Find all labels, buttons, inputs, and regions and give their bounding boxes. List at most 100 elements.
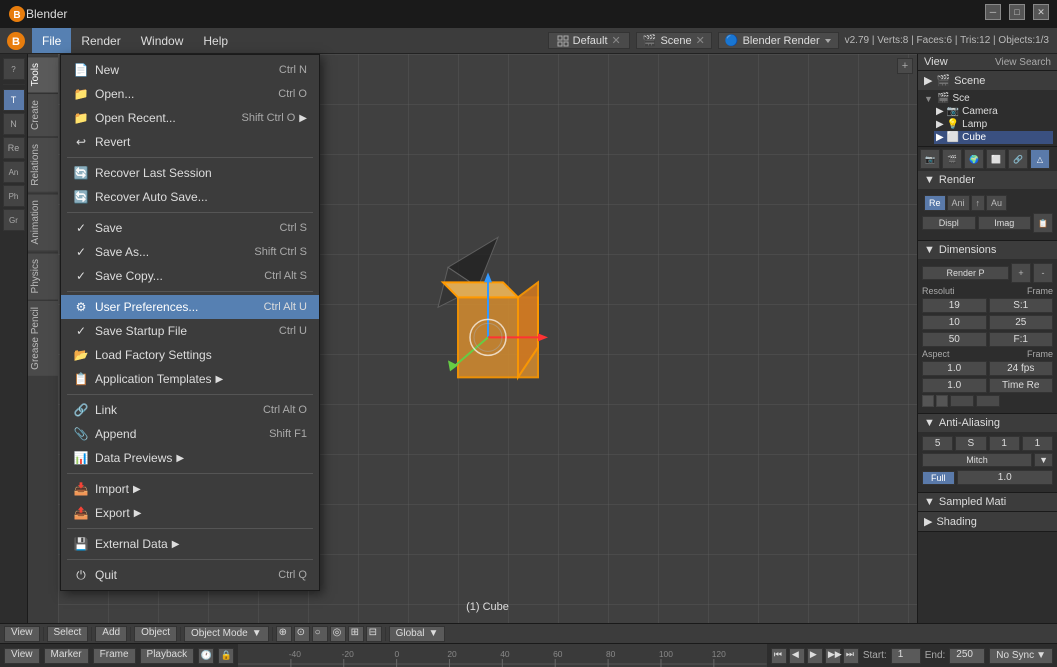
displ-val[interactable]: Displ xyxy=(922,216,976,230)
dd-item-new[interactable]: 📄NewCtrl N xyxy=(61,58,319,82)
shading-header[interactable]: ▶ Shading xyxy=(918,512,1057,531)
viewport-icon-5[interactable]: ⊞ xyxy=(348,626,364,642)
checkbox-2[interactable] xyxy=(936,395,948,407)
dd-item-save-copy[interactable]: ✓Save Copy...Ctrl Alt S xyxy=(61,264,319,288)
render-menu-item[interactable]: Render xyxy=(71,28,130,53)
timeline-view-btn[interactable]: View xyxy=(4,648,40,664)
imag-val[interactable]: Imag xyxy=(978,216,1032,230)
tab-relations[interactable]: Relations xyxy=(28,137,58,192)
global-selector[interactable]: Global ▼ xyxy=(389,626,446,642)
file-menu-item[interactable]: File xyxy=(32,28,71,53)
dd-item-open-recent[interactable]: 📁Open Recent...Shift Ctrl O▶ xyxy=(61,106,319,130)
tool-icon-n[interactable]: N xyxy=(3,113,25,135)
render-tab-au[interactable]: Au xyxy=(986,195,1007,211)
dd-item-recover-auto-save[interactable]: 🔄Recover Auto Save... xyxy=(61,185,319,209)
prop-obj-icon[interactable]: ⬜ xyxy=(986,149,1006,169)
mode-selector[interactable]: Object Mode ▼ xyxy=(184,626,269,642)
prop-data-icon[interactable]: △ xyxy=(1030,149,1050,169)
tool-icon-r[interactable]: Re xyxy=(3,137,25,159)
tab-animation[interactable]: Animation xyxy=(28,193,58,250)
dd-item-export[interactable]: 📤Export▶ xyxy=(61,501,319,525)
play-btn[interactable]: ▶ xyxy=(807,648,823,664)
aa-val-1a[interactable]: 1 xyxy=(989,436,1020,451)
tool-icon-gp[interactable]: Gr xyxy=(3,209,25,231)
tab-physics[interactable]: Physics xyxy=(28,252,58,299)
scene-selector[interactable]: 🎬 Scene ✕ xyxy=(636,32,712,49)
tab-tools[interactable]: Tools xyxy=(28,56,58,92)
timere-extra[interactable] xyxy=(950,395,974,407)
checkbox-1[interactable] xyxy=(922,395,934,407)
frame-cur-val[interactable]: F:1 xyxy=(989,332,1054,347)
right-search-label[interactable]: View Search xyxy=(995,57,1051,68)
dd-item-import[interactable]: 📥Import▶ xyxy=(61,477,319,501)
full-btn[interactable]: Full xyxy=(922,471,955,485)
viewport-icon-6[interactable]: ⊟ xyxy=(366,626,382,642)
timere-extra2[interactable] xyxy=(976,395,1000,407)
aspect-y-val[interactable]: 1.0 xyxy=(922,378,987,393)
timeline-playback-btn[interactable]: Playback xyxy=(140,648,195,664)
dd-item-link[interactable]: 🔗LinkCtrl Alt O xyxy=(61,398,319,422)
viewport-icon-4[interactable]: ◎ xyxy=(330,626,346,642)
window-menu-item[interactable]: Window xyxy=(131,28,194,53)
next-frame-btn[interactable]: ▶▶ xyxy=(825,648,841,664)
full-val[interactable]: 1.0 xyxy=(957,470,1053,485)
timeline-frame-btn[interactable]: Frame xyxy=(93,648,136,664)
dd-item-user-preferences[interactable]: ⚙User Preferences...Ctrl Alt U xyxy=(61,295,319,319)
fps-val[interactable]: 24 fps xyxy=(989,361,1054,376)
tool-icon-t[interactable]: T xyxy=(3,89,25,111)
prop-render-icon[interactable]: 📷 xyxy=(920,149,940,169)
resol-pct-val[interactable]: 50 xyxy=(922,332,987,347)
layout-selector[interactable]: Default ✕ xyxy=(548,32,630,49)
dd-item-quit[interactable]: ⏻QuitCtrl Q xyxy=(61,563,319,587)
layout-close-icon[interactable]: ✕ xyxy=(612,34,621,47)
aa-val-1b[interactable]: 1 xyxy=(1022,436,1053,451)
render-tab-up[interactable]: ↑ xyxy=(971,195,986,211)
prop-constraint-icon[interactable]: 🔗 xyxy=(1008,149,1028,169)
frame-e-val[interactable]: 25 xyxy=(989,315,1054,330)
aa-name-val[interactable]: Mitch xyxy=(922,453,1032,467)
viewport-expand-button[interactable]: + xyxy=(897,58,913,74)
tool-icon-an[interactable]: An xyxy=(3,161,25,183)
remove-preset-icon[interactable]: - xyxy=(1033,263,1053,283)
aa-val-5[interactable]: 5 xyxy=(922,436,953,451)
render-preset-val[interactable]: Render P xyxy=(922,266,1009,280)
viewport-icon-3[interactable]: ○ xyxy=(312,626,328,642)
clock-icon[interactable]: 🕐 xyxy=(198,648,214,664)
nosync-selector[interactable]: No Sync ▼ xyxy=(989,648,1053,664)
aa-dropdown[interactable]: ▼ xyxy=(1034,453,1053,467)
renderer-selector[interactable]: 🔵 Blender Render xyxy=(718,32,839,49)
start-val[interactable]: 1 xyxy=(891,648,921,664)
render-header[interactable]: ▼ Render xyxy=(918,171,1057,189)
cube-object[interactable] xyxy=(388,227,588,430)
add-preset-icon[interactable]: + xyxy=(1011,263,1031,283)
view-button[interactable]: View xyxy=(4,626,40,642)
dd-item-external-data[interactable]: 💾External Data▶ xyxy=(61,532,319,556)
right-view-label[interactable]: View xyxy=(924,56,948,68)
tool-icon-1[interactable]: ? xyxy=(3,58,25,80)
lock-icon[interactable]: 🔒 xyxy=(218,648,234,664)
object-button[interactable]: Object xyxy=(134,626,177,642)
aa-header[interactable]: ▼ Anti-Aliasing xyxy=(918,414,1057,432)
dd-item-recover-last-session[interactable]: 🔄Recover Last Session xyxy=(61,161,319,185)
select-button[interactable]: Select xyxy=(47,626,89,642)
dd-item-revert[interactable]: ↩Revert xyxy=(61,130,319,154)
dd-item-save-startup-file[interactable]: ✓Save Startup FileCtrl U xyxy=(61,319,319,343)
add-button[interactable]: Add xyxy=(95,626,127,642)
resol-x-val[interactable]: 19 xyxy=(922,298,987,313)
dd-item-application-templates[interactable]: 📋Application Templates▶ xyxy=(61,367,319,391)
close-button[interactable]: ✕ xyxy=(1033,4,1049,20)
render-extra-icon[interactable]: 📋 xyxy=(1033,213,1053,233)
dd-item-save[interactable]: ✓SaveCtrl S xyxy=(61,216,319,240)
timeline-ruler[interactable]: -40 -20 0 20 40 60 80 100 120 xyxy=(238,644,767,667)
viewport-icon-1[interactable]: ⊕ xyxy=(276,626,292,642)
tab-grease[interactable]: Grease Pencil xyxy=(28,300,58,376)
tool-icon-ph[interactable]: Ph xyxy=(3,185,25,207)
dd-item-append[interactable]: 📎AppendShift F1 xyxy=(61,422,319,446)
tab-create[interactable]: Create xyxy=(28,93,58,136)
end-val[interactable]: 250 xyxy=(949,648,985,664)
timeline-marker-btn[interactable]: Marker xyxy=(44,648,89,664)
dd-item-data-previews[interactable]: 📊Data Previews▶ xyxy=(61,446,319,470)
render-tab-ani[interactable]: Ani xyxy=(947,195,970,211)
sampled-header[interactable]: ▼ Sampled Mati xyxy=(918,493,1057,511)
scene-close-icon[interactable]: ✕ xyxy=(696,34,705,47)
